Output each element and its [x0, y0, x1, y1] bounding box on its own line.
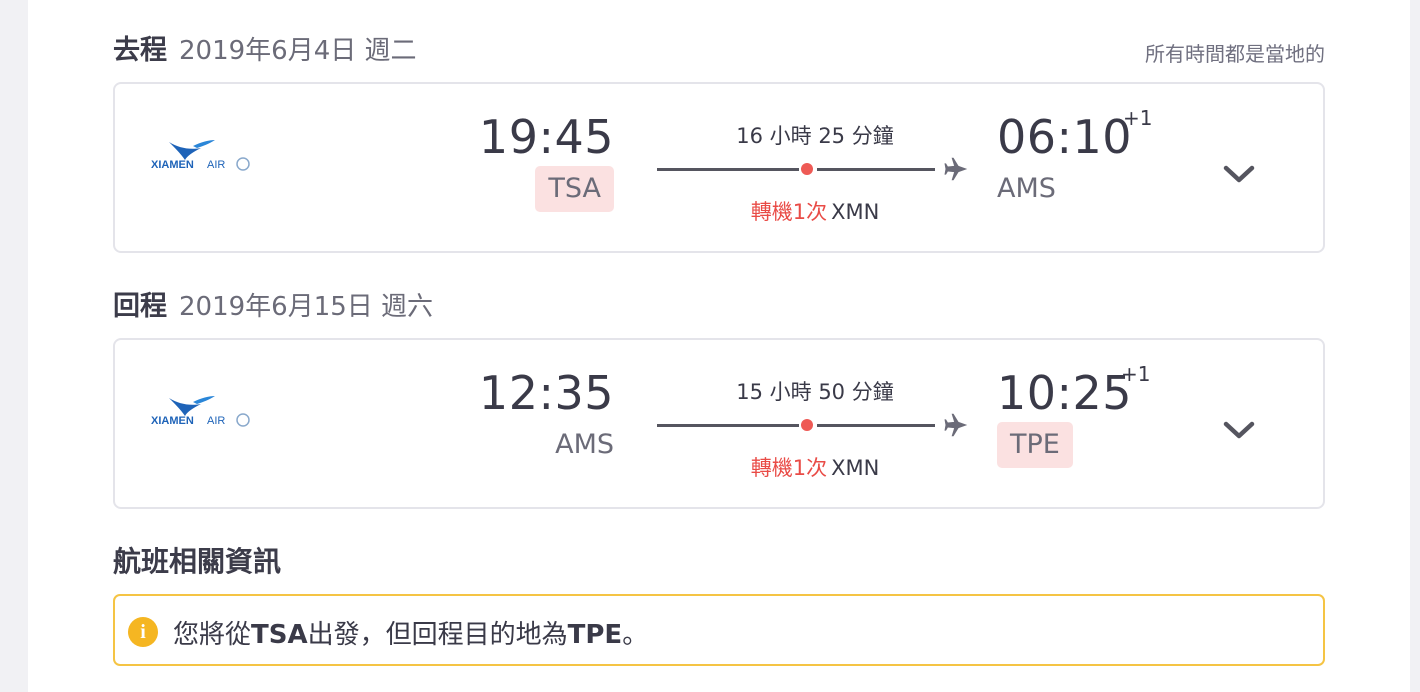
- route-line: [657, 424, 799, 427]
- stop-count: 轉機1次: [750, 200, 828, 224]
- xiamen-air-logo: XIAMEN AIR: [151, 396, 250, 427]
- flight-duration: 16 小時 25 分鐘: [736, 124, 894, 148]
- stopover-airport: XMN: [831, 456, 880, 480]
- route-line: [817, 424, 935, 427]
- arrival-time: 06:10: [997, 110, 1133, 164]
- flight-duration: 15 小時 50 分鐘: [736, 380, 894, 404]
- notice-destination: TPE: [567, 620, 623, 650]
- svg-text:XIAMEN: XIAMEN: [151, 415, 194, 427]
- notice-prefix: 您將從: [173, 620, 252, 650]
- scroll-gutter: [1410, 0, 1420, 692]
- info-icon: i: [128, 617, 158, 647]
- flight-info-title: 航班相關資訊: [113, 545, 282, 578]
- svg-text:AIR: AIR: [207, 159, 225, 171]
- outbound-header: 去程 2019年6月4日 週二: [113, 28, 417, 68]
- xiamen-air-logo: XIAMEN AIR: [151, 140, 250, 171]
- notice-message: 您將從TSA出發，但回程目的地為TPE。: [173, 614, 648, 651]
- arrival-airport-code: TPE: [997, 422, 1073, 468]
- departure-time: 12:35: [478, 366, 614, 420]
- notice-middle: 出發，但回程目的地為: [307, 620, 568, 650]
- notice-origin: TSA: [251, 620, 308, 650]
- stopover-dot: [801, 419, 813, 431]
- arrival-day-offset: +1: [1121, 362, 1151, 386]
- route-mismatch-notice: i 您將從TSA出發，但回程目的地為TPE。: [113, 594, 1325, 666]
- stops-info: 轉機1次 XMN: [655, 196, 975, 226]
- arrival-airport-code: AMS: [997, 173, 1056, 204]
- outbound-flight-card[interactable]: XIAMEN AIR 19:45 TSA 16 小時 25 分鐘 轉機1次 XMN…: [113, 82, 1325, 253]
- departure-time: 19:45: [478, 110, 614, 164]
- stopover-dot: [801, 163, 813, 175]
- inbound-label: 回程: [113, 291, 167, 322]
- airplane-icon: [944, 157, 968, 181]
- airplane-icon: [944, 413, 968, 437]
- inbound-date: 2019年6月15日 週六: [179, 292, 434, 322]
- flight-details-panel: 去程 2019年6月4日 週二 所有時間都是當地的 XIAMEN AIR 19:…: [28, 0, 1410, 692]
- local-time-note: 所有時間都是當地的: [1145, 42, 1325, 66]
- chevron-down-icon[interactable]: [1221, 418, 1257, 442]
- route-line: [657, 168, 799, 171]
- chevron-down-icon[interactable]: [1221, 162, 1257, 186]
- inbound-header: 回程 2019年6月15日 週六: [113, 284, 433, 324]
- svg-text:XIAMEN: XIAMEN: [151, 159, 194, 171]
- departure-airport-code: TSA: [535, 166, 614, 212]
- arrival-day-offset: +1: [1123, 106, 1153, 130]
- svg-text:AIR: AIR: [207, 415, 225, 427]
- stops-info: 轉機1次 XMN: [655, 452, 975, 482]
- route-line: [817, 168, 935, 171]
- departure-airport-code: AMS: [555, 429, 614, 460]
- notice-suffix: 。: [622, 620, 649, 650]
- outbound-label: 去程: [113, 35, 167, 66]
- stop-count: 轉機1次: [750, 456, 828, 480]
- outbound-date: 2019年6月4日 週二: [179, 36, 417, 66]
- stopover-airport: XMN: [831, 200, 880, 224]
- inbound-flight-card[interactable]: XIAMEN AIR 12:35 AMS 15 小時 50 分鐘 轉機1次 XMN…: [113, 338, 1325, 509]
- arrival-time: 10:25: [997, 366, 1133, 420]
